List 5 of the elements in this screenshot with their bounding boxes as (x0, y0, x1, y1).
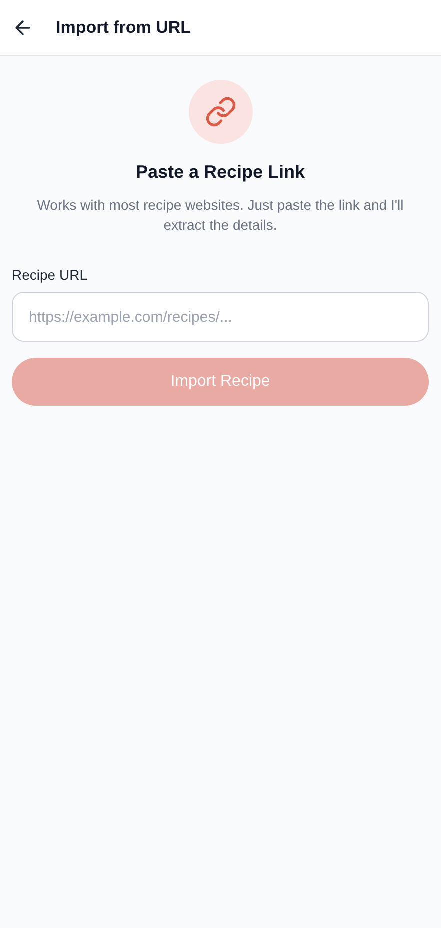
intro-title: Paste a Recipe Link (134, 162, 306, 183)
field-label: Recipe URL (12, 267, 88, 283)
page-title: Import from URL (56, 18, 192, 38)
url-input-field[interactable]: https://example.com/recipes/... (12, 292, 429, 342)
intro-description: Works with most recipe websites. Just paste the link and I'll extract the details. (36, 196, 405, 235)
